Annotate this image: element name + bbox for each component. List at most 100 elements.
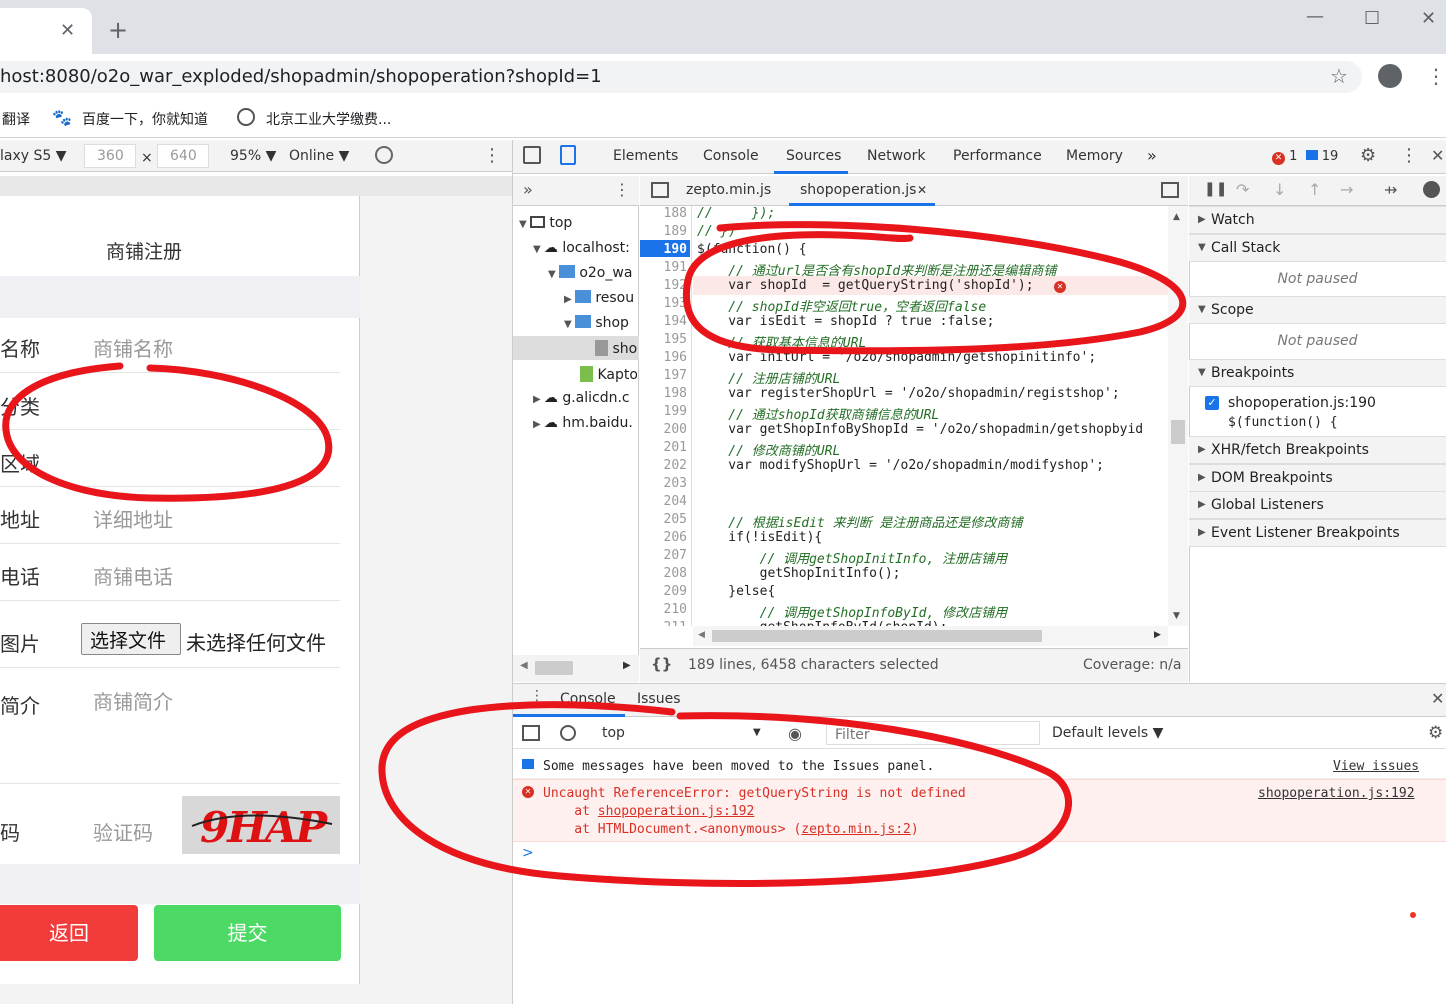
area-select[interactable] (93, 448, 333, 474)
shop-name-input[interactable]: 商铺名称 (93, 333, 173, 362)
navigator-scrollbar[interactable]: ◀ ▶ (513, 655, 639, 682)
step-icon[interactable]: → (1340, 180, 1353, 199)
toggle-debugger-icon[interactable] (1161, 182, 1179, 198)
pause-on-exceptions-icon[interactable] (1423, 181, 1440, 198)
vertical-scroll-thumb[interactable] (1171, 420, 1185, 444)
xhr-breakpoints-section[interactable]: ▶ XHR/fetch Breakpoints (1189, 436, 1446, 464)
drawer-tab-console[interactable]: Console (560, 691, 616, 707)
settings-gear-icon[interactable]: ⚙ (1360, 145, 1376, 166)
tree-item-shopoperation[interactable]: sho (595, 340, 637, 357)
step-over-icon[interactable]: ↷ (1236, 180, 1249, 199)
error-source-link[interactable]: shopoperation.js:192 (1258, 786, 1415, 801)
drawer-close-icon[interactable]: ✕ (1431, 689, 1444, 708)
category-select[interactable] (93, 391, 333, 417)
step-into-icon[interactable]: ↓ (1273, 180, 1286, 199)
tree-item-kaptcha[interactable]: Kapto (580, 366, 637, 383)
window-close-icon[interactable]: ✕ (1421, 8, 1436, 29)
more-tabs-icon[interactable]: » (1147, 146, 1157, 165)
console-prompt[interactable]: > (522, 845, 534, 861)
menu-kebab-icon[interactable]: ⋮ (1426, 64, 1446, 88)
choose-file-button[interactable]: 选择文件 (81, 623, 181, 655)
chevron-down-icon[interactable]: ▼ (753, 727, 761, 738)
devtools-close-icon[interactable]: ✕ (1431, 146, 1444, 165)
tree-item-o2o[interactable]: ▼ o2o_wa (548, 265, 637, 281)
minimize-icon[interactable]: — (1306, 6, 1324, 27)
device-height-input[interactable]: 640 (157, 144, 209, 168)
captcha-input[interactable]: 验证码 (93, 817, 153, 846)
console-settings-gear-icon[interactable]: ⚙ (1428, 723, 1443, 743)
tree-item-baidu[interactable]: ▶ ☁ hm.baidu. (533, 415, 637, 431)
device-select[interactable]: laxy S5 ▼ (0, 148, 67, 164)
step-out-icon[interactable]: ↑ (1308, 180, 1321, 199)
issue-counter[interactable]: ✕ 1 19 (1272, 149, 1338, 165)
description-textarea[interactable]: 商铺简介 (93, 686, 173, 715)
dom-breakpoints-section[interactable]: ▶ DOM Breakpoints (1189, 464, 1446, 492)
drawer-menu-icon[interactable]: ⋮ (530, 688, 544, 704)
zoom-select[interactable]: 95% ▼ (230, 148, 276, 164)
address-input[interactable]: 详细地址 (93, 504, 173, 533)
bookmark-star-icon[interactable]: ☆ (1330, 64, 1348, 88)
profile-avatar-icon[interactable] (1378, 64, 1402, 88)
tab-network[interactable]: Network (867, 148, 925, 164)
live-expression-eye-icon[interactable]: ◉ (788, 724, 802, 743)
stack-frame-1-link[interactable]: shopoperation.js:192 (598, 804, 755, 819)
clear-console-icon[interactable] (560, 725, 576, 741)
horizontal-scroll-thumb[interactable] (712, 630, 1042, 642)
tab-elements[interactable]: Elements (613, 148, 678, 164)
submit-button[interactable]: 提交 (154, 905, 341, 961)
url-text[interactable]: host:8080/o2o_war_exploded/shopadmin/sho… (0, 66, 602, 87)
scroll-up-icon[interactable]: ▲ (1173, 212, 1180, 222)
tree-item-resources[interactable]: ▶ resou (564, 290, 637, 306)
file-tab-zepto[interactable]: zepto.min.js (686, 182, 771, 198)
inline-error-icon[interactable]: ✕ (1054, 281, 1066, 293)
call-stack-section[interactable]: ▼ Call Stack (1189, 234, 1446, 262)
breakpoint-checkbox[interactable]: ✓ (1205, 396, 1219, 410)
maximize-icon[interactable]: ☐ (1364, 8, 1380, 29)
console-sidebar-icon[interactable] (522, 725, 540, 741)
global-listeners-section[interactable]: ▶ Global Listeners (1189, 491, 1446, 519)
device-toggle-icon[interactable] (560, 145, 576, 165)
active-tab[interactable] (0, 8, 92, 54)
scroll-down-icon[interactable]: ▼ (1173, 611, 1180, 621)
navigator-more-tabs-icon[interactable]: » (523, 180, 533, 199)
tab-memory[interactable]: Memory (1066, 148, 1123, 164)
file-tab-shopoperation[interactable]: shopoperation.js (800, 182, 916, 198)
inspect-element-icon[interactable] (523, 146, 541, 164)
tree-item-localhost[interactable]: ▼ ☁ localhost: (533, 240, 637, 256)
view-issues-link[interactable]: View issues (1333, 759, 1419, 774)
file-tab-close-icon[interactable]: ✕ (917, 183, 927, 197)
network-throttle-select[interactable]: Online ▼ (289, 148, 349, 164)
pretty-print-icon[interactable]: {} (651, 655, 672, 673)
console-filter-input[interactable] (826, 721, 1040, 745)
tab-performance[interactable]: Performance (953, 148, 1042, 164)
device-width-input[interactable]: 360 (84, 144, 136, 168)
pause-icon[interactable]: ❚❚ (1204, 181, 1227, 197)
scroll-right-icon[interactable]: ▶ (1154, 630, 1161, 640)
tab-console[interactable]: Console (703, 148, 759, 164)
watch-section[interactable]: ▶ Watch (1189, 206, 1446, 234)
event-listener-breakpoints-section[interactable]: ▶ Event Listener Breakpoints (1189, 519, 1446, 547)
scroll-left-icon[interactable]: ◀ (698, 630, 705, 640)
tab-close-icon[interactable]: ✕ (60, 20, 75, 41)
bookmark-baidu[interactable]: 百度一下，你就知道 (82, 109, 208, 129)
tree-item-shop[interactable]: ▼ shop (564, 315, 637, 331)
devtools-more-icon[interactable]: ⋮ (1400, 145, 1418, 166)
phone-input[interactable]: 商铺电话 (93, 561, 173, 590)
captcha-image[interactable]: 9HAP (182, 796, 340, 854)
stack-frame-2-link[interactable]: zepto.min.js:2 (801, 822, 911, 837)
toggle-navigator-icon[interactable] (651, 182, 669, 198)
breakpoint-location[interactable]: shopoperation.js:190 (1228, 395, 1376, 411)
back-button[interactable]: 返回 (0, 905, 138, 961)
tab-sources[interactable]: Sources (786, 148, 841, 164)
context-select[interactable]: top (594, 721, 770, 745)
breakpoints-section[interactable]: ▼ Breakpoints (1189, 359, 1446, 387)
scope-section[interactable]: ▼ Scope (1189, 296, 1446, 324)
new-tab-button[interactable]: + (108, 16, 128, 44)
bookmark-bjut[interactable]: 北京工业大学缴费... (266, 109, 391, 129)
coverage-status[interactable]: Coverage: n/a (1083, 657, 1181, 673)
log-levels-select[interactable]: Default levels ▼ (1052, 725, 1163, 741)
drawer-tab-issues[interactable]: Issues (637, 691, 681, 707)
deactivate-breakpoints-icon[interactable]: ⇸ (1384, 180, 1397, 199)
device-more-icon[interactable]: ⋮ (483, 145, 501, 166)
tree-item-top[interactable]: ▼ top (519, 215, 637, 231)
